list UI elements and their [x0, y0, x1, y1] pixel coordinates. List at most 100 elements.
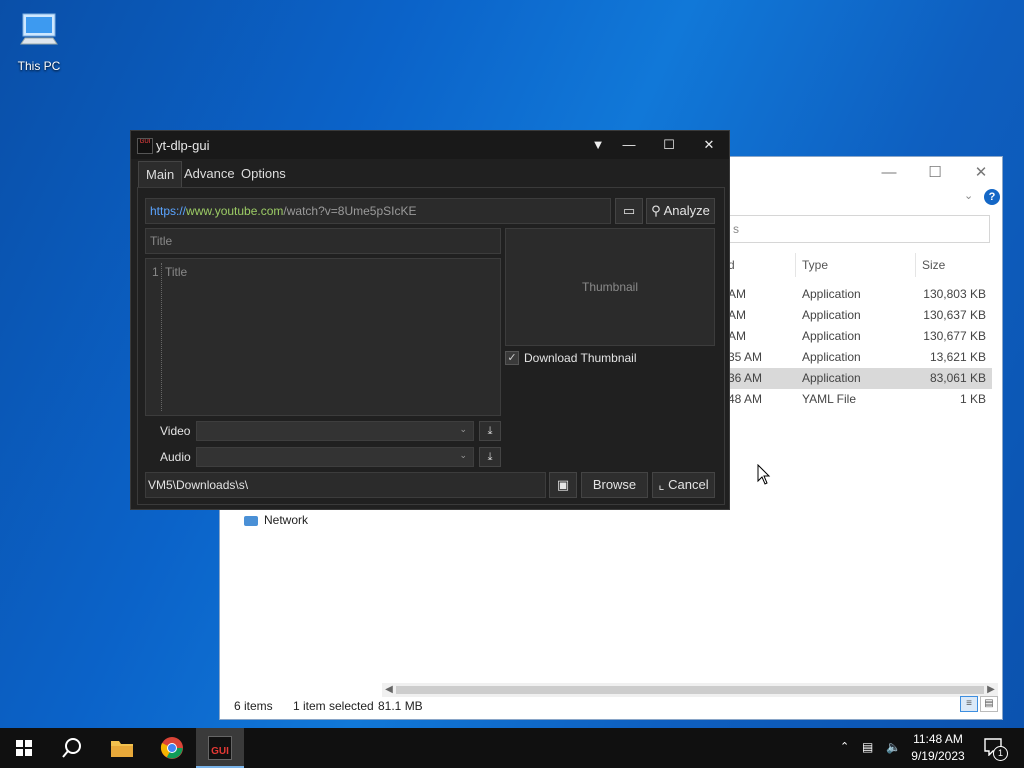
network-icon [244, 515, 258, 526]
start-button[interactable] [0, 728, 48, 768]
main-tab-panel: https://www.youtube.com/watch?v=8Ume5pSI… [137, 187, 725, 505]
column-header-type[interactable]: Type [802, 253, 828, 277]
status-size: 81.1 MB [378, 699, 423, 713]
monitor-button[interactable]: ▭ [615, 198, 643, 224]
minimize-icon[interactable]: — [866, 161, 912, 185]
chevron-down-icon: ⌄ [459, 450, 467, 460]
network-icon[interactable]: ▤ [862, 740, 873, 754]
file-date: 35 AM [728, 350, 763, 364]
download-icon: ⤓ [487, 425, 493, 437]
system-clock[interactable]: 11:48 AM 9/19/2023 [906, 731, 970, 765]
analyze-button[interactable]: ⚲ Analyze [646, 198, 715, 224]
volume-muted-icon[interactable]: 🔈 [886, 740, 901, 754]
taskbar-chrome[interactable] [148, 728, 196, 768]
computer-icon [20, 13, 58, 45]
large-icons-view-icon[interactable]: ▤ [980, 696, 998, 712]
help-icon[interactable]: ? [984, 189, 1000, 205]
file-date: 48 AM [728, 392, 763, 406]
file-date: AM [728, 308, 746, 322]
video-format-select[interactable]: ⌄ [196, 421, 474, 441]
app-icon-text: GUI [139, 139, 151, 145]
cancel-button[interactable]: ⌞ Cancel [652, 472, 715, 498]
windows-logo-icon [16, 740, 32, 756]
file-size: 130,637 KB [923, 308, 986, 322]
url-input[interactable]: https://www.youtube.com/watch?v=8Ume5pSI… [145, 198, 611, 224]
maximize-icon[interactable]: ☐ [912, 161, 958, 185]
window-title: yt-dlp-gui [156, 138, 210, 153]
file-row[interactable]: AM Application 130,637 KB [728, 305, 992, 326]
search-input[interactable]: s [728, 215, 990, 243]
yt-dlp-gui-window[interactable]: GUI yt-dlp-gui ▼ — ☐ ✕ Main Advance Opti… [130, 130, 730, 510]
column-separator [795, 253, 796, 277]
folder-icon [111, 741, 133, 757]
taskbar-yt-dlp-gui[interactable]: GUI [196, 728, 244, 768]
line-divider [161, 263, 162, 411]
download-audio-button[interactable]: ⤓ [479, 447, 501, 467]
app-icon: GUI [137, 138, 153, 154]
close-icon[interactable]: ✕ [694, 135, 724, 155]
file-row[interactable]: 48 AM YAML File 1 KB [728, 389, 992, 410]
tab-advance[interactable]: Advance [177, 161, 242, 187]
close-icon[interactable]: ✕ [958, 161, 1004, 185]
audio-format-select[interactable]: ⌄ [196, 447, 474, 467]
file-row[interactable]: 35 AM Application 13,621 KB [728, 347, 992, 368]
nav-item-label: Network [264, 513, 309, 527]
chrome-icon [160, 737, 183, 759]
browse-button[interactable]: Browse [581, 472, 648, 498]
open-folder-button[interactable]: ▣ [549, 472, 577, 498]
description-editor[interactable]: 1 Title [145, 258, 501, 416]
details-view-icon[interactable]: ≡ [960, 696, 978, 712]
thumbnail-preview: Thumbnail [505, 228, 715, 346]
monitor-icon: ▭ [622, 203, 636, 218]
column-header-size[interactable]: Size [922, 253, 945, 277]
audio-label: Audio [160, 450, 191, 464]
search-button[interactable] [48, 728, 96, 768]
title-bar[interactable]: GUI yt-dlp-gui ▼ — ☐ ✕ [131, 131, 729, 159]
download-video-button[interactable]: ⤓ [479, 421, 501, 441]
spinner-icon: ⌞ [658, 477, 665, 492]
status-selected: 1 item selected [293, 699, 374, 713]
clock-time: 11:48 AM [913, 732, 963, 746]
chevron-down-icon[interactable]: ⌄ [964, 189, 973, 202]
file-row[interactable]: AM Application 130,803 KB [728, 284, 992, 305]
file-row[interactable]: AM Application 130,677 KB [728, 326, 992, 347]
file-row-selected[interactable]: 36 AM Application 83,061 KB [728, 368, 992, 389]
search-icon [62, 738, 81, 758]
file-size: 130,677 KB [923, 329, 986, 343]
yt-dlp-gui-icon: GUI [208, 736, 232, 760]
file-size: 13,621 KB [929, 350, 986, 364]
cancel-label: Cancel [668, 477, 709, 492]
file-type: Application [802, 308, 861, 322]
tab-main[interactable]: Main [138, 161, 183, 188]
download-icon: ⤓ [487, 451, 493, 463]
dropdown-icon[interactable]: ▼ [583, 135, 613, 155]
file-size: 83,061 KB [929, 371, 986, 385]
url-host: www.youtube.com [186, 204, 284, 218]
maximize-icon[interactable]: ☐ [654, 135, 684, 155]
notification-button[interactable]: 1 [984, 738, 1008, 761]
thumbnail-label: Thumbnail [581, 280, 639, 294]
desktop-icon-label: This PC [17, 59, 61, 73]
chevron-down-icon: ⌄ [459, 424, 467, 434]
download-thumbnail-checkbox[interactable]: ✓ [505, 351, 519, 365]
line-number: 1 [152, 265, 159, 279]
title-input[interactable]: Title [145, 228, 501, 254]
minimize-icon[interactable]: — [614, 135, 644, 155]
output-path-input[interactable]: VM5\Downloads\s\ [145, 472, 546, 498]
taskbar: GUI ⌃ ▤ 🔈 11:48 AM 9/19/2023 1 [0, 728, 1024, 768]
file-date: AM [728, 329, 746, 343]
video-label: Video [160, 424, 191, 438]
chevron-up-icon[interactable]: ⌃ [840, 740, 849, 753]
tab-options[interactable]: Options [234, 161, 293, 187]
view-switcher: ≡ ▤ [958, 689, 998, 715]
file-type: Application [802, 350, 861, 364]
folder-icon: ▣ [556, 477, 570, 492]
notification-count: 1 [993, 746, 1008, 761]
desktop-icon-this-pc[interactable]: This PC [10, 8, 68, 74]
file-size: 1 KB [959, 392, 986, 406]
description-text: Title [165, 265, 188, 279]
file-date: 36 AM [728, 371, 763, 385]
nav-item-network[interactable]: Network [244, 513, 308, 527]
analyze-label: Analyze [663, 203, 710, 218]
taskbar-file-explorer[interactable] [98, 728, 146, 768]
